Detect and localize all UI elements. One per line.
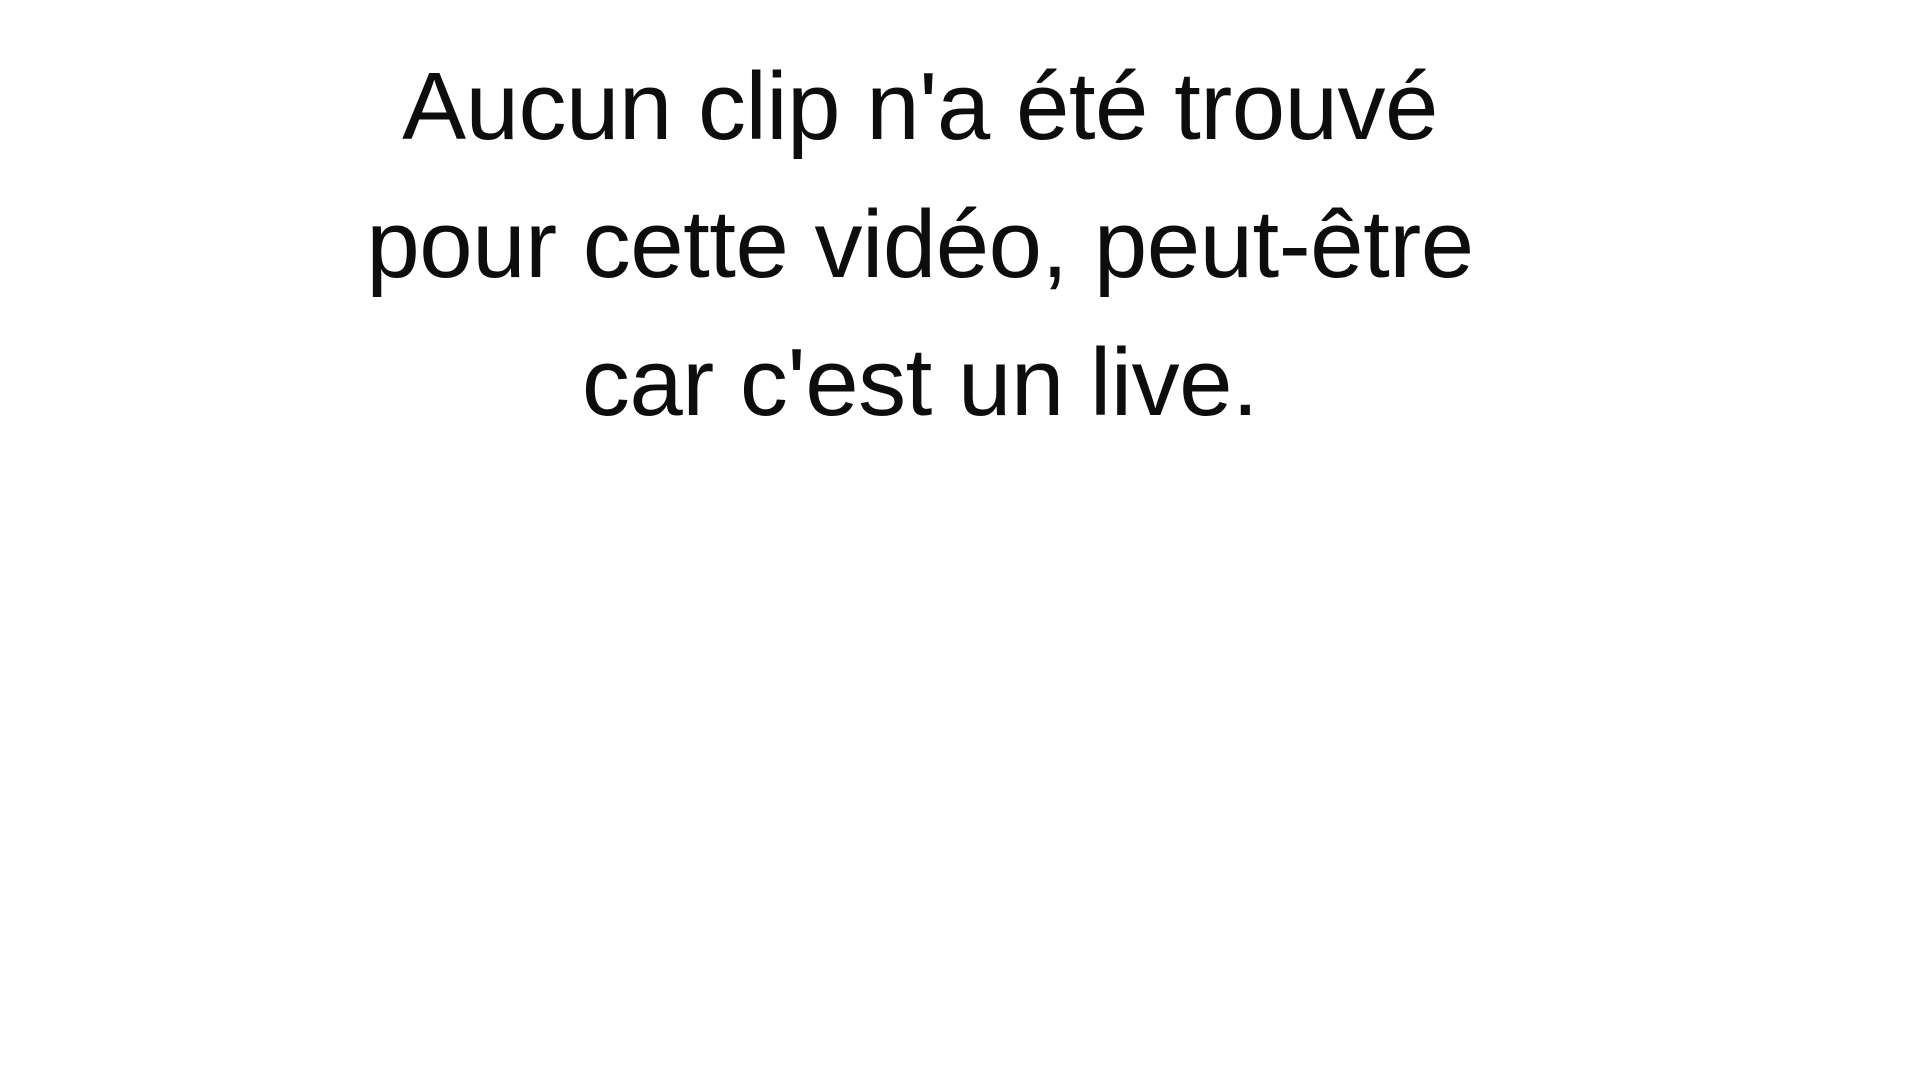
empty-state-screen: Aucun clip n'a été trouvé pour cette vid…: [0, 0, 1920, 1080]
no-clip-found-message: Aucun clip n'a été trouvé pour cette vid…: [240, 38, 1600, 452]
message-line-2: pour cette vidéo, peut-être: [366, 191, 1474, 298]
message-line-1: Aucun clip n'a été trouvé: [402, 53, 1438, 160]
message-line-3: car c'est un live.: [581, 329, 1259, 436]
